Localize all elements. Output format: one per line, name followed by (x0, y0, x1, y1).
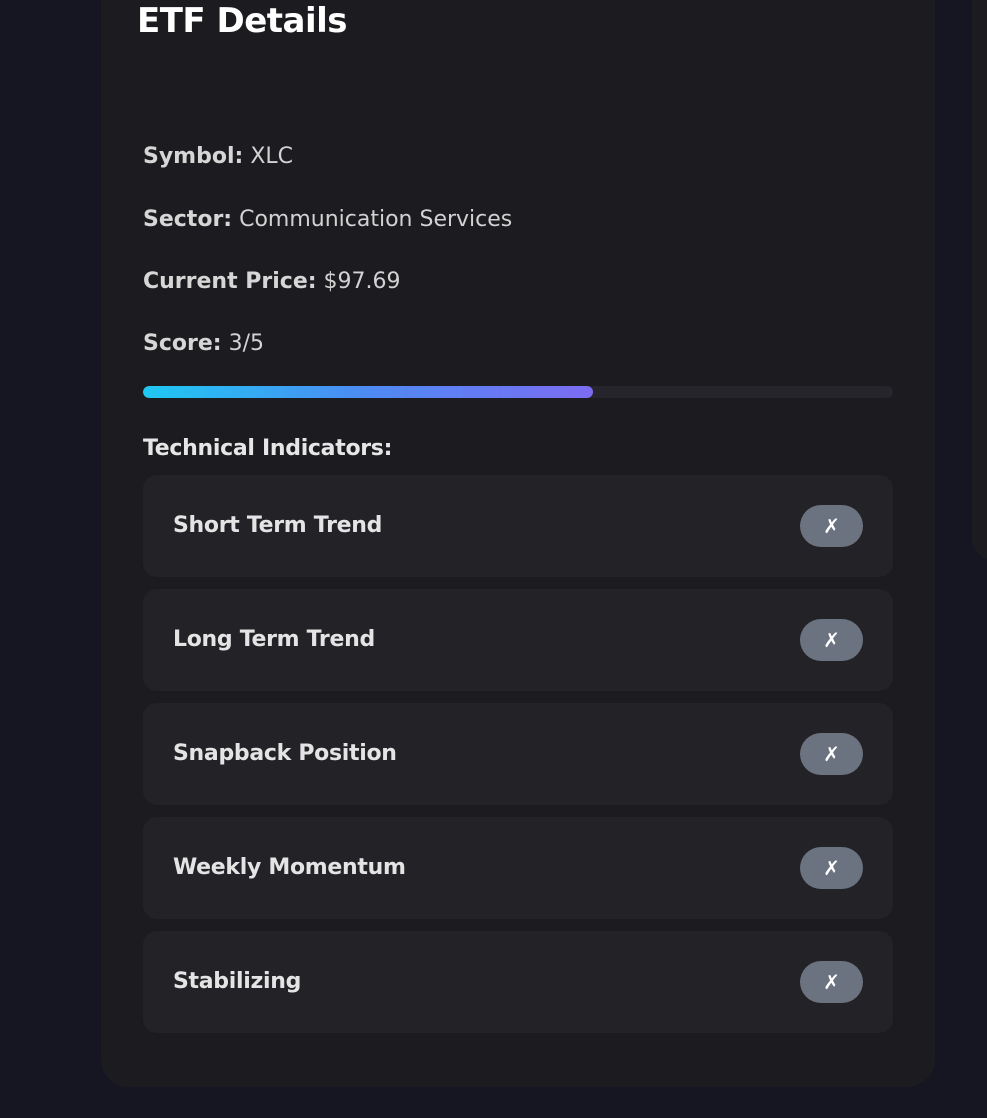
fail-badge: ✗ (800, 961, 863, 1003)
price-label: Current Price: (143, 269, 317, 294)
score-progress-fill (143, 386, 593, 398)
indicator-label: Snapback Position (173, 741, 397, 766)
fail-badge: ✗ (800, 733, 863, 775)
price-value: $97.69 (323, 269, 401, 294)
indicator-row: Weekly Momentum ✗ (143, 817, 893, 919)
fail-badge: ✗ (800, 505, 863, 547)
indicator-row: Stabilizing ✗ (143, 931, 893, 1033)
score-value: 3/5 (228, 331, 264, 356)
symbol-value: XLC (250, 144, 294, 169)
fail-badge: ✗ (800, 619, 863, 661)
indicator-row: Long Term Trend ✗ (143, 589, 893, 691)
sector-row: Sector: Communication Services (143, 209, 512, 231)
symbol-row: Symbol: XLC (143, 146, 293, 168)
indicator-label: Stabilizing (173, 969, 302, 994)
score-row: Score: 3/5 (143, 333, 264, 355)
etf-details-card: ETF Details Symbol: XLC Sector: Communic… (101, 0, 935, 1087)
indicator-row: Snapback Position ✗ (143, 703, 893, 805)
score-label: Score: (143, 331, 222, 356)
technical-indicators-heading: Technical Indicators: (143, 436, 393, 461)
adjacent-card (972, 0, 987, 560)
indicator-label: Short Term Trend (173, 513, 383, 538)
fail-badge: ✗ (800, 847, 863, 889)
score-progress-bar (143, 386, 893, 398)
indicator-row: Short Term Trend ✗ (143, 475, 893, 577)
indicator-label: Long Term Trend (173, 627, 375, 652)
price-row: Current Price: $97.69 (143, 271, 401, 293)
symbol-label: Symbol: (143, 144, 244, 169)
indicator-label: Weekly Momentum (173, 855, 406, 880)
sector-label: Sector: (143, 207, 233, 232)
sector-value: Communication Services (239, 207, 513, 232)
indicator-list: Short Term Trend ✗ Long Term Trend ✗ Sna… (143, 475, 893, 1045)
card-title: ETF Details (137, 1, 348, 41)
